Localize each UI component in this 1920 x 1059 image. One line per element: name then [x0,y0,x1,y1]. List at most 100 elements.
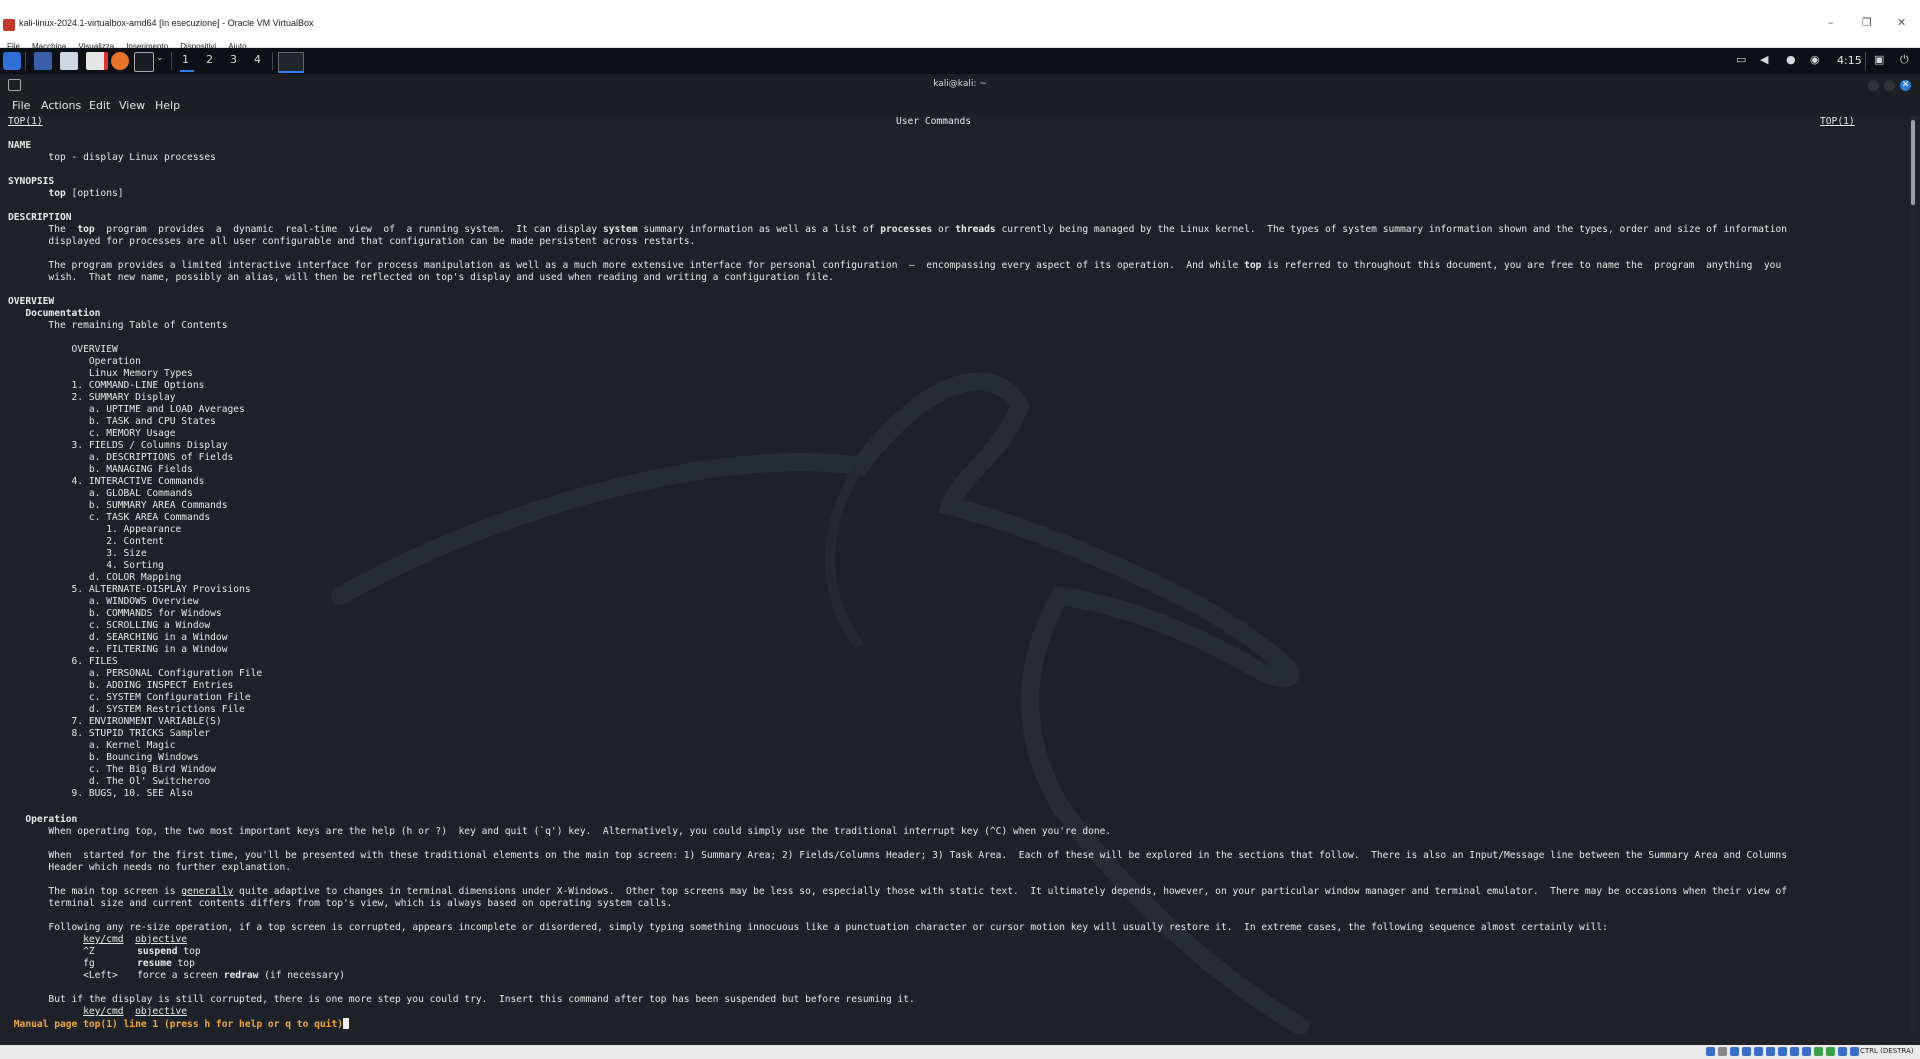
toc-entry: 2. Content [8,536,164,547]
description-para1-line1: The top program provides a dynamic real-… [8,224,1788,235]
key-table-row: ^Z suspend top [83,946,201,957]
man-header: TOP(1) User Commands TOP(1) [8,116,1904,127]
keyboard-capture-icon[interactable] [1850,1047,1859,1056]
toc-entry: b. SUMMARY AREA Commands [8,500,228,511]
operation-subheading: Operation [8,814,78,825]
display-icon[interactable]: ▭ [1736,53,1746,66]
cpu-icon[interactable] [1802,1047,1811,1056]
menu-file[interactable]: File [12,99,30,112]
optical-drive-icon[interactable] [1718,1047,1727,1056]
key-table2-header: key/cmd objective [83,1006,188,1017]
hdd-icon[interactable] [1706,1047,1715,1056]
guest-additions-icon[interactable] [1826,1047,1835,1056]
pager-status-line: Manual page top(1) line 1 (press h for h… [8,1018,350,1030]
network-icon[interactable]: ◉ [1810,53,1820,66]
menu-edit[interactable]: Edit [89,99,110,112]
firefox-icon[interactable] [111,52,129,70]
key-table-header: key/cmd objective [83,934,188,945]
terminal-maximize-button[interactable] [1884,80,1895,91]
description-para2-line2: wish. That new name, possibly an alias, … [8,272,834,283]
toc-entry: 6. FILES [8,656,118,667]
display-status-icon[interactable] [1778,1047,1787,1056]
network-adapter-icon[interactable] [1742,1047,1751,1056]
file-manager-icon[interactable] [60,52,78,70]
synopsis-line: top [options] [48,188,124,199]
operation-para2-line2: Header which needs no further explanatio… [8,862,292,873]
description-para1-line2: displayed for processes are all user con… [8,236,696,247]
man-header-center: User Commands [896,116,972,127]
toc-entry: d. COLOR Mapping [8,572,182,583]
toc-entry: 4. INTERACTIVE Commands [8,476,205,487]
section-overview-heading: OVERVIEW [8,296,55,307]
terminal-content[interactable]: TOP(1) User Commands TOP(1) NAME top - dis… [0,116,1912,1034]
operation-para3-line1: The main top screen is generally quite a… [8,886,1787,897]
panel-clock[interactable]: 4:15 [1837,54,1862,67]
audio-icon[interactable] [1730,1047,1739,1056]
terminal-titlebar: kali@kali: ~ ✕ [0,74,1920,96]
toc-entry: Linux Memory Types [8,368,193,379]
description-para2-line1: The program provides a limited interacti… [8,260,1782,271]
workspace-4[interactable]: 4 [254,53,261,66]
recording-icon[interactable] [1790,1047,1799,1056]
menu-help[interactable]: Help [155,99,180,112]
toc-entry: 7. ENVIRONMENT VARIABLE(S) [8,716,222,727]
documentation-subheading: Documentation [8,308,101,319]
toc-entry: 1. COMMAND-LINE Options [8,380,205,391]
terminal-close-button[interactable]: ✕ [1900,80,1911,91]
volume-icon[interactable]: ◀ [1760,53,1768,66]
section-name-heading: NAME [8,140,32,151]
operation-para4: Following any re-size operation, if a to… [8,922,1608,933]
toc-entry: a. WINDOWS Overview [8,596,199,607]
terminal-menu-bar: File Actions Edit View Help [0,96,1920,116]
terminal-launcher-icon[interactable] [134,52,154,72]
toc-entry: a. PERSONAL Configuration File [8,668,263,679]
toc-entry: a. Kernel Magic [8,740,176,751]
toc-entry: d. SYSTEM Restrictions File [8,704,245,715]
section-description-heading: DESCRIPTION [8,212,72,223]
text-editor-icon[interactable] [86,52,108,70]
toc-entry: 3. Size [8,548,147,559]
operation-para3-line2: terminal size and current contents diffe… [8,898,673,909]
toc-entry: a. DESCRIPTIONS of Fields [8,452,234,463]
host-title-bar: kali-linux-2024.1-virtualbox-amd64 [In e… [0,0,1920,34]
toc-entry: c. TASK AREA Commands [8,512,211,523]
toc-entry: 8. STUPID TRICKS Sampler [8,728,211,739]
toc-entry: a. GLOBAL Commands [8,488,193,499]
toc-entry: b. COMMANDS for Windows [8,608,222,619]
workspace-3[interactable]: 3 [230,53,237,66]
shared-folder-icon[interactable] [1766,1047,1775,1056]
text-cursor [343,1018,350,1029]
menu-actions[interactable]: Actions [41,99,81,112]
toc-entry: d. The Ol' Switcheroo [8,776,211,787]
man-header-left: TOP(1) [8,116,43,127]
terminal-scrollbar[interactable] [1910,116,1916,1034]
virtualization-icon[interactable] [1814,1047,1823,1056]
toc-entry: 3. FIELDS / Columns Display [8,440,228,451]
kali-menu-icon[interactable] [3,52,21,70]
toc-entry: c. The Big Bird Window [8,764,216,775]
restore-icon[interactable]: ❐ [1862,16,1872,29]
terminal-title: kali@kali: ~ [933,79,987,89]
lock-icon[interactable]: ▣ [1874,53,1884,66]
usb-icon[interactable] [1754,1047,1763,1056]
kali-dragon-watermark [331,372,1309,1034]
toc-entry: e. FILTERING in a Window [8,644,228,655]
operation-para2-line1: When started for the first time, you'll … [8,850,1787,861]
workspace-1[interactable]: 1 [182,53,189,66]
toc-entry: 9. BUGS, 10. SEE Also [8,788,193,799]
power-icon[interactable]: ⏻ [1900,53,1909,67]
desktop-icon[interactable] [34,52,52,70]
scrollbar-thumb[interactable] [1911,120,1915,205]
workspace-2[interactable]: 2 [206,53,213,66]
taskbar-terminal-window[interactable] [278,52,304,72]
menu-view[interactable]: View [119,99,145,112]
terminal-minimize-button[interactable] [1868,80,1879,91]
notification-bell-icon[interactable]: ● [1786,53,1796,66]
minimize-icon[interactable]: – [1828,16,1834,29]
virtualbox-icon [3,19,15,31]
close-icon[interactable]: ✕ [1897,16,1906,29]
mouse-integration-icon[interactable] [1838,1047,1847,1056]
host-status-bar: CTRL (DESTRA) [0,1045,1920,1059]
toc-entry: b. MANAGING Fields [8,464,193,475]
chevron-down-icon[interactable]: ⌄ [156,53,164,63]
